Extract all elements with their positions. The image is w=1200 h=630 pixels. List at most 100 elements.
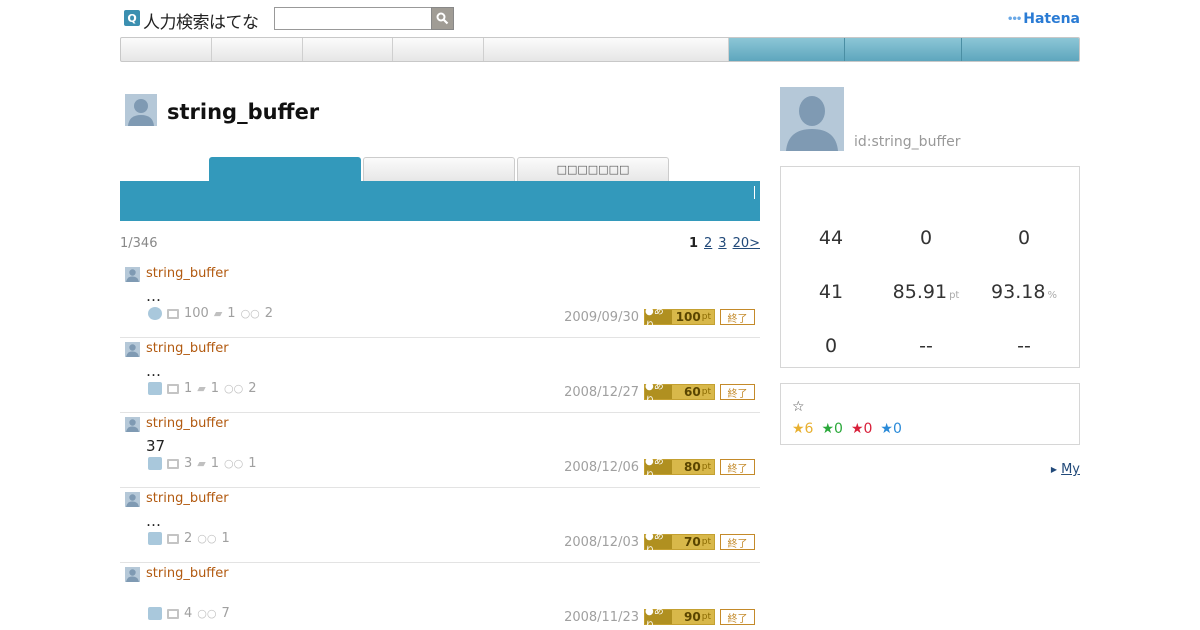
nav-item-1[interactable]: [121, 38, 212, 61]
tab-other[interactable]: □□□□□□□: [517, 157, 669, 181]
question-author[interactable]: string_buffer: [146, 566, 229, 581]
user-silhouette-icon: [125, 567, 140, 582]
page-link-3[interactable]: 3: [718, 236, 726, 251]
question-meta: 1 ▰ 1 ○○ 2: [148, 381, 257, 396]
question-row[interactable]: string_buffer… 1 ▰ 1 ○○ 2 2008/12/27 ●あり 60 pt 終了: [120, 338, 760, 413]
logo-icon[interactable]: Q: [124, 10, 140, 26]
tab-content-band: [120, 181, 760, 221]
question-icon: [148, 457, 162, 470]
question-title[interactable]: 37: [146, 437, 165, 455]
result-count: 1/346: [120, 236, 158, 251]
question-row[interactable]: string_buffer 37 3 ▰ 1 ○○ 1 2008/12/06 ●あり 80 pt 終了: [120, 413, 760, 488]
points-value-wrap: 70 pt: [672, 535, 714, 549]
nav-item-7[interactable]: [845, 38, 963, 61]
points-value: 80: [684, 460, 701, 474]
status-badge: 終了: [720, 459, 755, 475]
nav-item-6[interactable]: [728, 38, 846, 61]
question-title[interactable]: …: [146, 512, 161, 530]
question-icon: [148, 607, 162, 620]
question-date: 2008/11/23: [564, 610, 639, 625]
points-unit: pt: [701, 387, 711, 397]
profile-avatar: [125, 94, 157, 126]
sidebar-user-id: id:string_buffer: [854, 134, 961, 150]
points-value: 100: [675, 310, 701, 324]
sidebar-avatar: [780, 87, 844, 151]
stats-panel: 44 0 0 41 85.91 pt 93.18% 0 -- --: [780, 166, 1080, 368]
ari-label: ●あり: [645, 456, 672, 482]
stat-value: 0: [919, 227, 933, 249]
answer-icon: [167, 458, 179, 469]
answer-icon: [167, 608, 179, 619]
user-silhouette-icon: [125, 94, 157, 126]
blue-star-count[interactable]: ★0: [880, 421, 901, 437]
status-badge: 終了: [720, 384, 755, 400]
question-date: 2008/12/27: [564, 385, 639, 400]
my-page-link[interactable]: ▶ My: [1051, 462, 1080, 477]
user-avatar[interactable]: [125, 342, 140, 357]
question-title[interactable]: …: [146, 362, 161, 380]
profile-name: string_buffer: [167, 100, 320, 124]
search-icon: [436, 12, 449, 25]
yellow-star-count[interactable]: ★6: [792, 421, 813, 437]
question-author[interactable]: string_buffer: [146, 341, 229, 356]
question-title[interactable]: …: [146, 287, 161, 305]
tab-answers[interactable]: [363, 157, 515, 181]
question-author[interactable]: string_buffer: [146, 416, 229, 431]
points-value-wrap: 60 pt: [672, 385, 714, 399]
question-meta: 3 ▰ 1 ○○ 1: [148, 456, 257, 471]
question-row[interactable]: string_buffer… 100 ▰ 1 ○○ 2 2009/09/30 ●あり 100 pt…: [120, 263, 760, 338]
points-value-wrap: 80 pt: [672, 460, 714, 474]
user-avatar[interactable]: [125, 267, 140, 282]
comment-icon: ▰: [197, 457, 206, 470]
user-avatar[interactable]: [125, 567, 140, 582]
glasses-icon: ○○: [197, 532, 217, 545]
question-row[interactable]: string_buffer 4 ○○ 7 2008/11/23 ●あり 90 pt 終了: [120, 563, 760, 630]
page-current: 1: [688, 236, 698, 251]
green-star-count[interactable]: ★0: [821, 421, 842, 437]
user-silhouette-icon: [125, 267, 140, 282]
search-input[interactable]: [274, 7, 432, 30]
question-row[interactable]: string_buffer… 2 ○○ 1 2008/12/03 ●あり 70 pt 終了: [120, 488, 760, 563]
user-avatar[interactable]: [125, 492, 140, 507]
stat-unit: pt: [949, 290, 960, 301]
comment-icon: ▰: [197, 382, 206, 395]
question-author[interactable]: string_buffer: [146, 491, 229, 506]
hatena-brand-logo[interactable]: ••• Hatena: [1007, 11, 1080, 27]
nav-item-5[interactable]: [484, 38, 729, 61]
nav-item-3[interactable]: [303, 38, 394, 61]
stat-value: 93.18: [991, 281, 1046, 303]
page-link-2[interactable]: 2: [704, 236, 712, 251]
glasses-icon: ○○: [197, 607, 217, 620]
search-button[interactable]: [431, 7, 454, 30]
globe-icon: [148, 307, 162, 320]
my-link-text[interactable]: My: [1061, 462, 1080, 477]
answer-icon: [167, 533, 179, 544]
nav-item-8[interactable]: [962, 38, 1079, 61]
comment-icon: ▰: [213, 307, 223, 320]
points-unit: pt: [701, 462, 711, 472]
site-logo-text[interactable]: 人力検索はてな: [143, 8, 259, 33]
red-star-count[interactable]: ★0: [851, 421, 872, 437]
points-value-wrap: 90 pt: [672, 610, 714, 624]
bookmark-count: 1: [248, 456, 257, 471]
nav-item-4[interactable]: [393, 38, 485, 61]
user-silhouette-icon: [125, 417, 140, 432]
points-unit: pt: [701, 312, 711, 322]
question-icon: [148, 382, 162, 395]
user-avatar[interactable]: [125, 417, 140, 432]
status-badge: 終了: [720, 309, 755, 325]
stat-value: 0: [1017, 227, 1031, 249]
hatena-dots-icon: •••: [1007, 13, 1022, 25]
stat-value: 41: [818, 281, 844, 303]
question-meta: 4 ○○ 7: [148, 606, 230, 621]
stat-value-with-unit: 85.91 pt: [876, 281, 976, 303]
question-list: string_buffer… 100 ▰ 1 ○○ 2 2009/09/30 ●あり 100 pt…: [120, 263, 760, 630]
question-author[interactable]: string_buffer: [146, 266, 229, 281]
stars-title: ☆: [792, 399, 805, 415]
tab-questions[interactable]: [209, 157, 361, 181]
stat-value: --: [1017, 335, 1031, 357]
page-link-next[interactable]: 20>: [733, 236, 760, 251]
nav-item-2[interactable]: [212, 38, 303, 61]
band-divider: [754, 186, 755, 199]
user-silhouette-icon: [780, 87, 844, 151]
